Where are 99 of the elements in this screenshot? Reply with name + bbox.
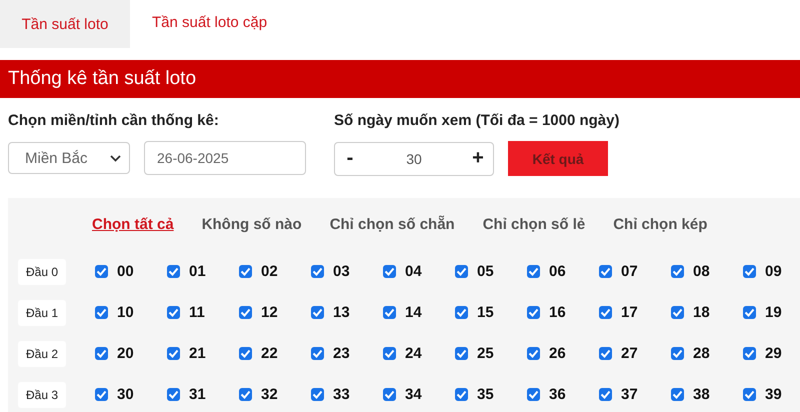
checkbox[interactable] [167, 306, 180, 319]
number-label: 32 [261, 386, 278, 403]
number-label: 20 [117, 345, 134, 362]
number-label: 07 [621, 263, 638, 280]
caret-icon [110, 154, 121, 162]
checkbox[interactable] [743, 347, 756, 360]
checkbox[interactable] [383, 306, 396, 319]
filter-link[interactable]: Chỉ chọn số chẵn [330, 216, 455, 233]
checkbox[interactable] [311, 265, 324, 278]
checkbox[interactable] [527, 347, 540, 360]
number-label: 33 [333, 386, 350, 403]
checkbox[interactable] [455, 388, 468, 401]
number-label: 37 [621, 386, 638, 403]
checkbox[interactable] [95, 265, 108, 278]
field-label: Số ngày muốn xem (Tối đa = 1000 ngày) [334, 112, 620, 129]
plus-button[interactable]: + [463, 146, 493, 171]
number-label: 35 [477, 386, 494, 403]
filter-link[interactable]: Chỉ chọn kép [613, 216, 708, 233]
checkbox[interactable] [311, 306, 324, 319]
checkbox[interactable] [95, 388, 108, 401]
number-label: 25 [477, 345, 494, 362]
row-label: Đầu 0 [18, 258, 66, 284]
tab[interactable]: Tần suất loto [0, 0, 130, 48]
checkbox[interactable] [671, 306, 684, 319]
checkbox[interactable] [743, 388, 756, 401]
checkbox[interactable] [455, 265, 468, 278]
number-label: 24 [405, 345, 422, 362]
number-label: 01 [189, 263, 206, 280]
number-label: 05 [477, 263, 494, 280]
checkbox[interactable] [743, 265, 756, 278]
checkbox[interactable] [383, 347, 396, 360]
checkbox[interactable] [599, 347, 612, 360]
number-label: 08 [693, 263, 710, 280]
number-label: 04 [405, 263, 422, 280]
number-label: 31 [189, 386, 206, 403]
checkbox[interactable] [167, 347, 180, 360]
number-label: 36 [549, 386, 566, 403]
section-header: Thống kê tần suất loto [0, 60, 800, 98]
number-label: 00 [117, 263, 134, 280]
number-label: 13 [333, 304, 350, 321]
checkbox[interactable] [239, 388, 252, 401]
checkbox[interactable] [383, 388, 396, 401]
number-label: 03 [333, 263, 350, 280]
checkbox[interactable] [671, 347, 684, 360]
number-label: 02 [261, 263, 278, 280]
checkbox[interactable] [671, 388, 684, 401]
checkbox[interactable] [743, 306, 756, 319]
number-label: 19 [765, 304, 782, 321]
field-label: Chọn miền/tỉnh cần thống kê: [8, 112, 220, 129]
checkbox[interactable] [527, 265, 540, 278]
number-label: 26 [549, 345, 566, 362]
number-label: 30 [117, 386, 134, 403]
checkbox[interactable] [599, 306, 612, 319]
checkbox[interactable] [599, 388, 612, 401]
number-label: 17 [621, 304, 638, 321]
checkbox[interactable] [239, 265, 252, 278]
checkbox[interactable] [455, 306, 468, 319]
checkbox[interactable] [167, 265, 180, 278]
checkbox[interactable] [311, 388, 324, 401]
checkbox[interactable] [527, 388, 540, 401]
number-label: 14 [405, 304, 422, 321]
checkbox[interactable] [239, 347, 252, 360]
number-label: 34 [405, 386, 422, 403]
number-label: 23 [333, 345, 350, 362]
filter-link[interactable]: Chọn tất cả [92, 216, 174, 233]
number-label: 21 [189, 345, 206, 362]
number-label: 18 [693, 304, 710, 321]
row-label: Đầu 1 [18, 300, 66, 326]
date-field[interactable]: 26-06-2025 [144, 141, 306, 175]
number-label: 15 [477, 304, 494, 321]
number-label: 22 [261, 345, 278, 362]
number-label: 27 [621, 345, 638, 362]
days-stepper[interactable]: - 30 + [334, 142, 494, 176]
number-label: 09 [765, 263, 782, 280]
number-label: 28 [693, 345, 710, 362]
number-label: 12 [261, 304, 278, 321]
checkbox[interactable] [311, 347, 324, 360]
minus-button[interactable]: - [335, 146, 365, 171]
checkbox[interactable] [455, 347, 468, 360]
checkbox[interactable] [527, 306, 540, 319]
checkbox[interactable] [671, 265, 684, 278]
checkbox[interactable] [167, 388, 180, 401]
checkbox[interactable] [383, 265, 396, 278]
filter-link[interactable]: Không số nào [202, 216, 302, 233]
number-label: 39 [765, 386, 782, 403]
filter-link[interactable]: Chỉ chọn số lẻ [482, 216, 586, 233]
checkbox[interactable] [599, 265, 612, 278]
number-label: 38 [693, 386, 710, 403]
checkbox[interactable] [95, 347, 108, 360]
number-label: 10 [117, 304, 134, 321]
number-label: 29 [765, 345, 782, 362]
row-label: Đầu 2 [18, 340, 66, 366]
region-dropdown[interactable]: Miền Bắc [8, 142, 130, 174]
checkbox[interactable] [95, 306, 108, 319]
checkbox[interactable] [239, 306, 252, 319]
row-label: Đầu 3 [18, 382, 66, 408]
number-label: 16 [549, 304, 566, 321]
number-label: 11 [189, 304, 205, 321]
number-label: 06 [549, 263, 566, 280]
